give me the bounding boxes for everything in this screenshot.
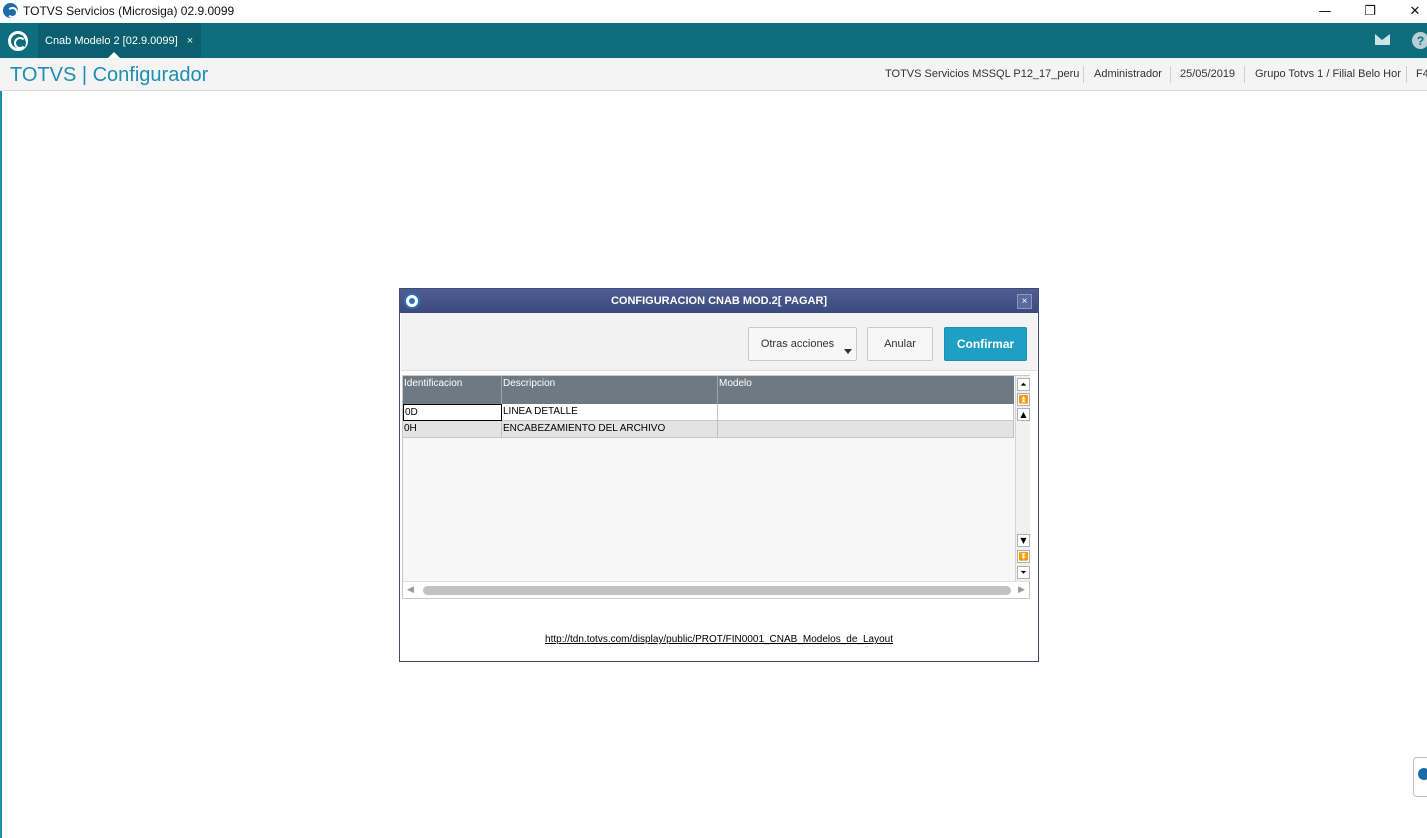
cancel-button[interactable]: Anular [867,327,933,361]
header-divider [1170,66,1171,83]
window-titlebar: TOTVS Servicios (Microsiga) 02.9.0099 — … [0,0,1427,23]
close-tab-icon[interactable]: × [187,35,193,47]
shortcut-label[interactable]: F4 [1416,68,1427,80]
scroll-page-down-icon[interactable]: ⏬ [1017,550,1030,563]
cell-descripcion[interactable]: ENCABEZAMIENTO DEL ARCHIVO [502,421,718,438]
vertical-scrollbar[interactable]: ⏶ ⏫ ▲ ▼ ⏬ ⏷ [1015,376,1030,581]
help-icon[interactable]: ? [1412,32,1427,49]
header-divider [1083,66,1084,83]
other-actions-label: Otras acciones [760,338,835,350]
minimize-button[interactable]: — [1302,0,1348,23]
column-header-identificacion[interactable]: Identificacion [403,376,502,404]
cell-modelo[interactable] [718,421,1014,438]
header-divider [1406,66,1407,83]
side-panel-toggle-icon[interactable] [1413,757,1427,797]
environment-label[interactable]: TOTVS Servicios MSSQL P12_17_peru [885,68,1079,80]
user-label[interactable]: Administrador [1094,68,1162,80]
scroll-page-up-icon[interactable]: ⏫ [1017,393,1030,406]
tab-label: Cnab Modelo 2 [02.9.0099] [45,34,178,47]
restore-button[interactable]: ❐ [1347,0,1393,23]
scroll-left-icon[interactable]: ◀ [407,585,414,595]
header-divider [1244,66,1245,83]
table-row[interactable]: 0D LINEA DETALLE [403,404,1014,421]
dialog-title: CONFIGURACION CNAB MOD.2[ PAGAR] [610,295,828,307]
horizontal-scroll-thumb[interactable] [423,586,1011,595]
table-row[interactable]: 0H ENCABEZAMIENTO DEL ARCHIVO [403,421,1014,438]
confirm-button[interactable]: Confirmar [944,327,1027,361]
column-header-modelo[interactable]: Modelo [718,376,1014,404]
cell-descripcion[interactable]: LINEA DETALLE [502,404,718,421]
other-actions-button[interactable]: Otras acciones [748,327,857,361]
scroll-right-icon[interactable]: ▶ [1018,585,1025,595]
scroll-top-icon[interactable]: ⏶ [1017,378,1030,391]
horizontal-scrollbar[interactable]: ◀ ▶ [403,581,1029,598]
close-window-button[interactable]: ✕ [1392,0,1427,23]
dialog-close-button[interactable]: × [1017,294,1032,309]
cnab-grid: Identificacion Descripcion Modelo 0D LIN… [402,375,1030,599]
column-header-descripcion[interactable]: Descripcion [502,376,718,404]
scroll-bottom-icon[interactable]: ⏷ [1017,566,1030,579]
dialog-titlebar[interactable]: CONFIGURACION CNAB MOD.2[ PAGAR] × [400,289,1038,313]
dialog-toolbar: Otras acciones Anular Confirmar [401,313,1037,371]
date-label[interactable]: 25/05/2019 [1180,68,1235,80]
cell-identificacion[interactable]: 0H [403,421,502,438]
window-title: TOTVS Servicios (Microsiga) 02.9.0099 [23,4,235,18]
chevron-down-icon [844,349,852,354]
mail-icon[interactable] [1375,34,1390,45]
documentation-link[interactable]: http://tdn.totvs.com/display/public/PROT… [400,634,1038,645]
app-tabbar: Cnab Modelo 2 [02.9.0099] × ? [0,23,1427,58]
page-title: TOTVS | Configurador [10,64,209,86]
cnab-config-dialog: CONFIGURACION CNAB MOD.2[ PAGAR] × Otras… [399,288,1039,662]
totvs-logo-icon [3,3,18,18]
workspace-left-border [0,91,2,838]
cell-identificacion[interactable]: 0D [403,404,502,421]
cell-modelo[interactable] [718,404,1014,421]
grid-header: Identificacion Descripcion Modelo [403,376,1014,404]
home-icon[interactable] [8,31,28,51]
scroll-down-icon[interactable]: ▼ [1017,534,1030,547]
app-header: TOTVS | Configurador TOTVS Servicios MSS… [0,58,1427,91]
company-branch-label[interactable]: Grupo Totvs 1 / Filial Belo Hor [1255,68,1401,80]
scroll-up-icon[interactable]: ▲ [1017,408,1030,421]
